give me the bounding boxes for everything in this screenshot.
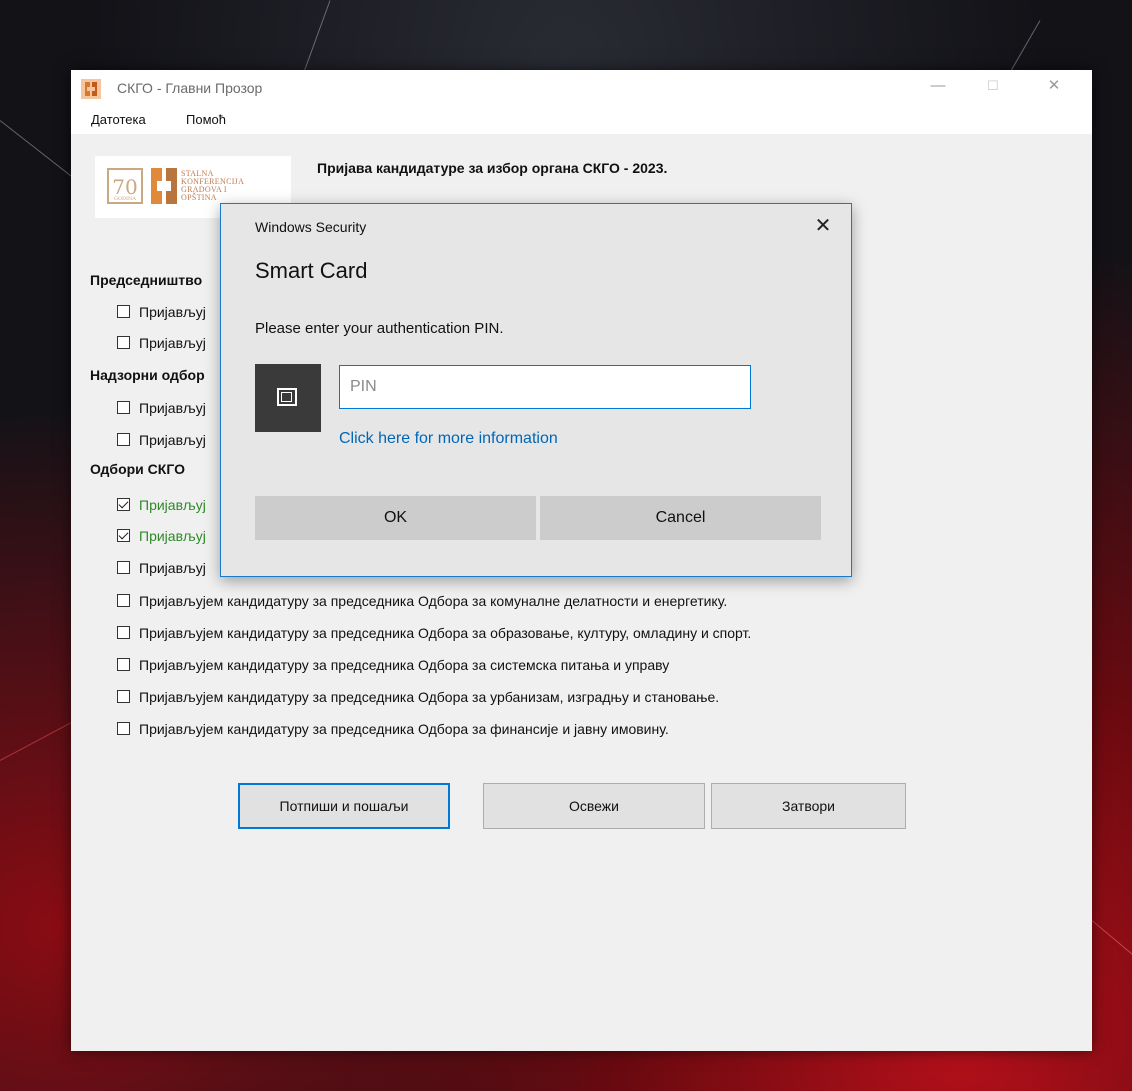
section-presidency-title: Председништво	[90, 272, 203, 288]
dialog-message: Please enter your authentication PIN.	[255, 320, 504, 337]
sign-and-send-button[interactable]: Потпиши и пошаљи	[238, 783, 450, 829]
checkbox-checked[interactable]	[117, 498, 130, 511]
checkbox[interactable]	[117, 305, 130, 318]
ok-button[interactable]: OK	[255, 496, 536, 540]
maximize-button[interactable]: ☐	[970, 70, 1016, 102]
desktop-light-streak	[1091, 920, 1132, 973]
smart-card-icon	[255, 364, 321, 432]
logo-wordmark: STALNA KONFERENCIJA GRADOVA I OPŠTINA	[181, 169, 245, 202]
checkbox[interactable]	[117, 401, 130, 414]
section-supervisory-title: Надзорни одбор	[90, 367, 205, 383]
checkbox[interactable]	[117, 722, 130, 735]
refresh-button[interactable]: Освежи	[483, 783, 705, 829]
form-title: Пријава кандидатуре за избор органа СКГО…	[317, 160, 668, 176]
checkbox[interactable]	[117, 561, 130, 574]
anniversary-badge: 70 GODINA	[107, 168, 143, 204]
title-bar[interactable]: СКГО - Главни Прозор — ☐ ✕	[71, 70, 1092, 108]
checkbox[interactable]	[117, 336, 130, 349]
close-icon[interactable]: ✕	[811, 214, 835, 238]
close-window-button[interactable]: ✕	[1031, 70, 1077, 102]
checkbox[interactable]	[117, 658, 130, 671]
checkbox[interactable]	[117, 594, 130, 607]
menu-file[interactable]: Датотека	[91, 112, 146, 127]
more-info-link[interactable]: Click here for more information	[339, 430, 558, 448]
dialog-caption: Windows Security	[255, 219, 367, 235]
checkbox[interactable]	[117, 626, 130, 639]
app-logo-icon	[81, 79, 101, 99]
menu-help[interactable]: Помоћ	[186, 112, 226, 127]
checkbox-checked[interactable]	[117, 529, 130, 542]
checkbox[interactable]	[117, 433, 130, 446]
minimize-button[interactable]: —	[915, 70, 961, 102]
dialog-title: Smart Card	[255, 258, 368, 283]
menu-bar: Датотека Помоћ	[71, 108, 1092, 134]
window-title: СКГО - Главни Прозор	[117, 80, 263, 96]
section-committees-title: Одбори СКГО	[90, 461, 185, 477]
close-button[interactable]: Затвори	[711, 783, 906, 829]
checkbox[interactable]	[117, 690, 130, 703]
pin-input[interactable]	[339, 365, 751, 409]
cancel-button[interactable]: Cancel	[540, 496, 821, 540]
skgo-emblem-icon	[151, 168, 177, 204]
windows-security-dialog: Windows Security ✕ Smart Card Please ent…	[220, 203, 852, 577]
